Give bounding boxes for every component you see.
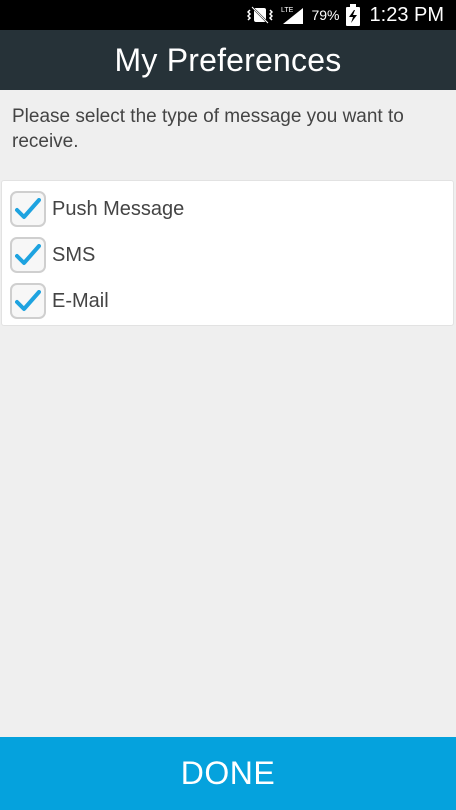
app-header: My Preferences	[0, 30, 456, 90]
page-title: My Preferences	[114, 41, 342, 78]
status-clock: 1:23 PM	[369, 3, 444, 26]
sms-checkbox[interactable]	[10, 237, 46, 273]
option-email[interactable]: E-Mail	[10, 281, 109, 321]
instruction-text: Please select the type of message you wa…	[12, 106, 404, 152]
push-message-checkbox[interactable]	[10, 191, 46, 227]
preferences-card: Push Message SMS E-Mail	[1, 180, 454, 326]
email-label: E-Mail	[52, 289, 109, 312]
battery-charging-icon	[345, 4, 360, 26]
checkmark-icon	[15, 198, 41, 219]
push-message-label: Push Message	[52, 197, 185, 220]
checkmark-icon	[15, 290, 41, 311]
signal-icon: LTE	[279, 5, 305, 25]
option-push-message[interactable]: Push Message	[10, 189, 184, 229]
checkmark-icon	[15, 244, 41, 265]
done-button[interactable]: DONE	[0, 737, 456, 810]
email-checkbox[interactable]	[10, 283, 46, 319]
option-sms[interactable]: SMS	[10, 235, 95, 275]
vibrate-icon	[247, 6, 274, 24]
battery-percent: 79%	[311, 7, 340, 23]
network-type-label: LTE	[281, 7, 294, 14]
sms-label: SMS	[52, 243, 96, 266]
status-bar: LTE 79% 1:23 PM	[0, 0, 456, 30]
